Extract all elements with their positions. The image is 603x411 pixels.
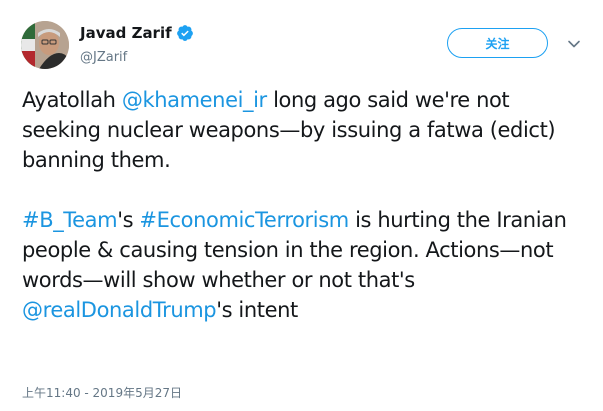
tweet-text-segment: 's <box>117 208 140 232</box>
display-name[interactable]: Javad Zarif <box>80 24 172 42</box>
tweet-paragraph-1: Ayatollah @khamenei_ir long ago said we'… <box>22 85 592 175</box>
hashtag-bteam-link[interactable]: #B_Team <box>22 208 118 232</box>
mention-realdonaldtrump-link[interactable]: @realDonaldTrump <box>22 298 217 322</box>
tweet-paragraph-2: #B_Team's #EconomicTerrorism is hurting … <box>22 205 592 325</box>
user-handle[interactable]: @JZarif <box>80 50 127 65</box>
follow-button[interactable]: 关注 <box>447 28 548 58</box>
chevron-down-icon[interactable] <box>567 36 581 50</box>
verified-badge-icon <box>176 24 194 42</box>
tweet-text-segment: 's intent <box>216 298 298 322</box>
tweet-timestamp[interactable]: 上午11:40 - 2019年5月27日 <box>22 384 182 401</box>
hashtag-economicterrorism-link[interactable]: #EconomicTerrorism <box>139 208 349 232</box>
mention-khamenei-link[interactable]: @khamenei_ir <box>122 88 267 112</box>
tweet-text: Ayatollah @khamenei_ir long ago said we'… <box>22 85 592 325</box>
tweet-text-segment: Ayatollah <box>22 88 122 112</box>
avatar[interactable] <box>21 21 69 69</box>
name-row: Javad Zarif <box>80 24 194 42</box>
tweet-card: Javad Zarif @JZarif 关注 Ayatollah @khamen… <box>0 0 603 411</box>
